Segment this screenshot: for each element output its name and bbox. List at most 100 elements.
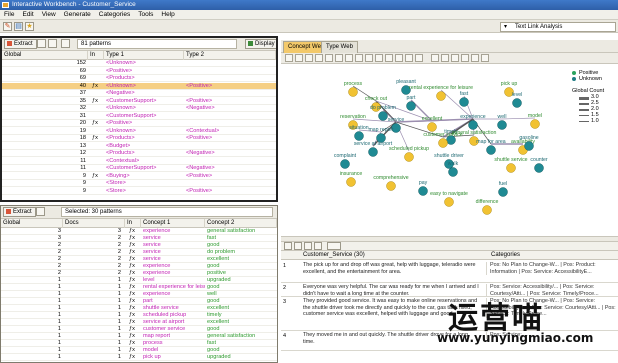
record-tool-icon-4[interactable]	[314, 242, 322, 250]
web-node[interactable]: complaint	[334, 153, 357, 169]
web-tool-icon[interactable]	[375, 54, 383, 62]
extract-button[interactable]: Extract	[4, 39, 37, 49]
web-node[interactable]: walk	[448, 161, 459, 177]
table-row[interactable]: 1 1 ƒx scheduled pickup timely	[1, 312, 277, 319]
table-row[interactable]: 18 ƒx <Products> <Positive>	[2, 135, 276, 142]
web-node[interactable]: shuttle service	[494, 157, 528, 173]
record-tool-icon-5[interactable]	[327, 242, 341, 250]
table-row[interactable]: 1 1 ƒx experience well	[1, 291, 277, 298]
web-tool-icon[interactable]	[431, 54, 439, 62]
table-row[interactable]: 2 2 ƒx experience good	[1, 263, 277, 270]
funnel-icon[interactable]	[61, 39, 70, 48]
table-row[interactable]: 11 <Contextual>	[2, 158, 276, 165]
table-row[interactable]: 3 3 ƒx experience general satisfaction	[1, 228, 277, 235]
web-tool-icon[interactable]	[461, 54, 469, 62]
web-node[interactable]: pay	[418, 180, 428, 196]
col-global[interactable]: Global	[1, 219, 63, 228]
col-docs[interactable]: Docs	[63, 219, 125, 228]
web-node[interactable]: well	[497, 114, 507, 130]
tab-type-web[interactable]: Type Web	[321, 41, 358, 53]
table-row[interactable]: 1 1 ƒx process fast	[1, 340, 277, 347]
extract-button-2[interactable]: Extract	[3, 207, 36, 217]
web-node[interactable]: situation	[349, 125, 369, 141]
table-row[interactable]: 2 2 ƒx experience positive	[1, 270, 277, 277]
table-row[interactable]: 35 ƒx <CustomerSupport> <Positive>	[2, 98, 276, 105]
filter-icon[interactable]	[37, 39, 46, 48]
table-row[interactable]: 20 ƒx <Positive>	[2, 120, 276, 127]
display-button[interactable]: Display	[245, 39, 276, 49]
web-node[interactable]: insurance	[340, 171, 363, 187]
col-type1[interactable]: Type 1	[104, 51, 184, 60]
table-row[interactable]: 1 1 ƒx rental experience for leisuregood	[1, 284, 277, 291]
web-tool-icon[interactable]	[471, 54, 479, 62]
menu-help[interactable]: Help	[157, 10, 178, 20]
web-tool-icon[interactable]	[325, 54, 333, 62]
table-row[interactable]: 13 <Budget>	[2, 143, 276, 150]
menu-generate[interactable]: Generate	[60, 10, 95, 20]
web-tool-icon[interactable]	[481, 54, 489, 62]
web-tool-icon[interactable]	[285, 54, 293, 62]
table-row[interactable]: 37 <Negative>	[2, 90, 276, 97]
table-row[interactable]: 19 <Unknown> <Contextual>	[2, 128, 276, 135]
table-row[interactable]: 31 <CustomerSupport>	[2, 113, 276, 120]
web-tool-icon[interactable]	[345, 54, 353, 62]
table-row[interactable]: 2 2 ƒx service excellent	[1, 256, 277, 263]
table-row[interactable]: 40 ƒx <Unknown> <Positive>	[2, 82, 276, 90]
table-row[interactable]: 1 1 ƒx service at airport excellent	[1, 319, 277, 326]
table-row[interactable]: 32 <Unknown> <Negative>	[2, 105, 276, 112]
table-row[interactable]: 2 2 ƒx service do problem	[1, 249, 277, 256]
table-row[interactable]: 11 <CustomerSupport> <Negative>	[2, 165, 276, 172]
web-tool-icon[interactable]	[365, 54, 373, 62]
col-global[interactable]: Global	[2, 51, 88, 60]
table-row[interactable]: 1 1 ƒx part good	[1, 298, 277, 305]
table-row[interactable]: 152 <Unknown>	[2, 60, 276, 67]
text-link-analysis-dropdown[interactable]: ▾ Text Link Analysis	[500, 22, 616, 32]
find-icon[interactable]	[48, 39, 57, 48]
web-node[interactable]: model	[528, 113, 542, 129]
menu-tools[interactable]: Tools	[134, 10, 157, 20]
menu-view[interactable]: View	[38, 10, 60, 20]
table-row[interactable]: 9 ƒx <Buying> <Positive>	[2, 173, 276, 180]
menu-edit[interactable]: Edit	[18, 10, 37, 20]
web-tool-icon[interactable]	[335, 54, 343, 62]
web-node[interactable]: excellent	[422, 116, 443, 132]
col-in[interactable]: In	[125, 219, 141, 228]
web-tool-icon[interactable]	[441, 54, 449, 62]
table-row[interactable]: 1 1 ƒx shuttle service excellent	[1, 305, 277, 312]
web-node[interactable]: easy to navigate	[430, 191, 468, 207]
table-row[interactable]: 1 1 ƒx map report general satisfaction	[1, 333, 277, 340]
table-row[interactable]: 9 <Store>	[2, 180, 276, 187]
table-row[interactable]: 3 2 ƒx service fast	[1, 235, 277, 242]
web-tool-icon[interactable]	[305, 54, 313, 62]
web-node[interactable]: service at airport	[354, 141, 393, 157]
table-row[interactable]: 1 1 ƒx level upgraded	[1, 277, 277, 284]
col-type2[interactable]: Type 2	[184, 51, 276, 60]
table-row[interactable]: 1 1 ƒx customer service good	[1, 326, 277, 333]
record-tool-icon-3[interactable]	[304, 242, 312, 250]
web-node[interactable]: level	[512, 92, 523, 108]
filter-icon[interactable]	[36, 207, 45, 216]
web-tool-icon[interactable]	[355, 54, 363, 62]
web-node[interactable]: scheduled pickup	[389, 146, 429, 162]
web-tool-icon[interactable]	[395, 54, 403, 62]
web-node[interactable]: comprehensive	[373, 175, 409, 191]
col-in[interactable]: In	[88, 51, 104, 60]
web-tool-icon[interactable]	[451, 54, 459, 62]
col-concept2[interactable]: Concept 2	[205, 219, 277, 228]
table-row[interactable]: 69 <Products>	[2, 75, 276, 82]
table-row[interactable]: 1 1 ƒx model good	[1, 347, 277, 354]
menu-categories[interactable]: Categories	[95, 10, 134, 20]
tool-icon-2[interactable]: ▤	[14, 22, 23, 31]
tool-icon-3[interactable]: ★	[25, 22, 34, 31]
record-tool-icon-1[interactable]	[284, 242, 292, 250]
web-node[interactable]: counter	[530, 157, 548, 173]
web-tool-icon[interactable]	[295, 54, 303, 62]
menu-file[interactable]: File	[0, 10, 18, 20]
web-node[interactable]: experience	[460, 114, 486, 130]
table-row[interactable]: 69 <Positive>	[2, 68, 276, 75]
web-node[interactable]: fast	[459, 91, 469, 107]
col-concept1[interactable]: Concept 1	[141, 219, 205, 228]
web-node[interactable]: map for area	[476, 139, 506, 155]
tool-icon-1[interactable]: ✎	[3, 22, 12, 31]
table-row[interactable]: 12 <Products> <Negative>	[2, 150, 276, 157]
